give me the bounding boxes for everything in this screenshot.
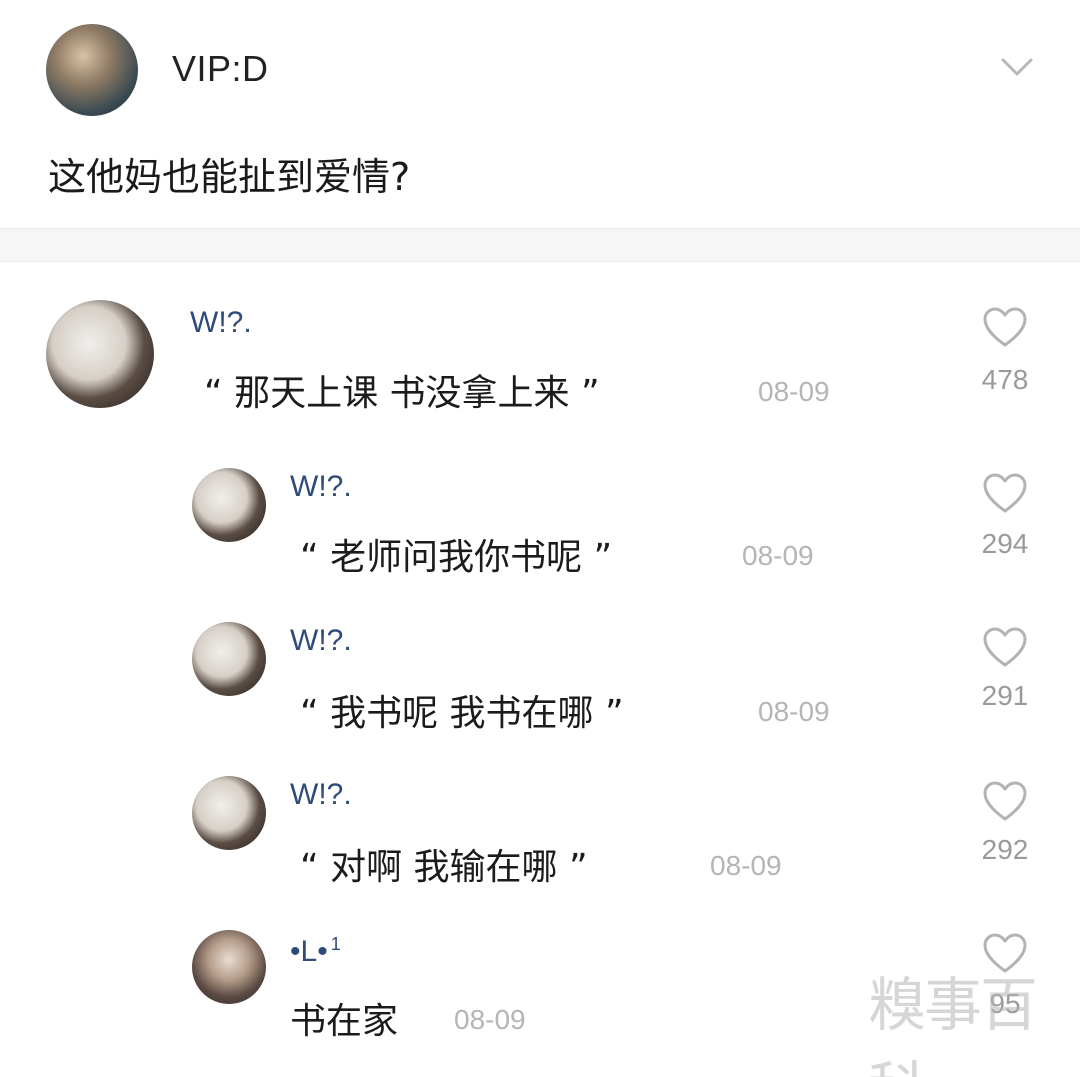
commenter-name[interactable]: W!?.	[290, 778, 352, 812]
heart-outline-icon[interactable]	[982, 626, 1028, 668]
comment-text: “ 老师问我你书呢 ”	[300, 537, 613, 578]
heart-outline-icon[interactable]	[982, 780, 1028, 822]
section-divider	[0, 228, 1080, 262]
commenter-name[interactable]: W!?.	[290, 624, 352, 658]
post-author-avatar[interactable]	[46, 24, 138, 116]
comment-text: “ 对啊 我输在哪 ”	[300, 847, 588, 888]
reply-item: W!?. “ 对啊 我输在哪 ” 08-09 292	[0, 772, 1080, 892]
heart-outline-icon[interactable]	[982, 472, 1028, 514]
commenter-avatar[interactable]	[192, 776, 266, 850]
like-count: 292	[981, 834, 1029, 865]
user-level-badge: 1	[330, 934, 341, 954]
screen: VIP:D 这他妈也能扯到爱情? W!?. “ 那天上课 书没拿上来 ” 08-…	[0, 0, 1080, 1077]
commenter-avatar[interactable]	[192, 622, 266, 696]
chevron-down-icon[interactable]	[1000, 56, 1034, 78]
commenter-name-text: •L•	[290, 935, 328, 968]
comment-text: 书在家	[290, 1001, 399, 1042]
commenter-name[interactable]: •L• 1	[290, 934, 341, 969]
comment-item: W!?. “ 那天上课 书没拿上来 ” 08-09 478	[0, 296, 1080, 426]
reply-item: W!?. “ 我书呢 我书在哪 ” 08-09 291	[0, 618, 1080, 738]
reply-item: W!?. “ 老师问我你书呢 ” 08-09 294	[0, 464, 1080, 584]
heart-outline-icon[interactable]	[982, 306, 1028, 348]
commenter-name[interactable]: W!?.	[190, 306, 252, 340]
commenter-name[interactable]: W!?.	[290, 470, 352, 504]
comment-date: 08-09	[742, 540, 814, 571]
comment-text: “ 我书呢 我书在哪 ”	[300, 693, 624, 734]
commenter-avatar[interactable]	[192, 468, 266, 542]
comment-date: 08-09	[758, 696, 830, 727]
commenter-avatar[interactable]	[46, 300, 154, 408]
comment-date: 08-09	[454, 1004, 526, 1035]
commenter-avatar[interactable]	[192, 930, 266, 1004]
comment-text: “ 那天上课 书没拿上来 ”	[204, 373, 600, 414]
like-count: 478	[981, 364, 1029, 395]
like-count: 291	[981, 680, 1029, 711]
like-count: 294	[981, 528, 1029, 559]
post-text: 这他妈也能扯到爱情?	[48, 155, 411, 199]
comment-date: 08-09	[710, 850, 782, 881]
watermark-text: 糗事百科	[868, 971, 1038, 1077]
post-header: VIP:D 这他妈也能扯到爱情?	[0, 0, 1080, 230]
post-author-name[interactable]: VIP:D	[172, 48, 269, 90]
comment-date: 08-09	[758, 376, 830, 407]
